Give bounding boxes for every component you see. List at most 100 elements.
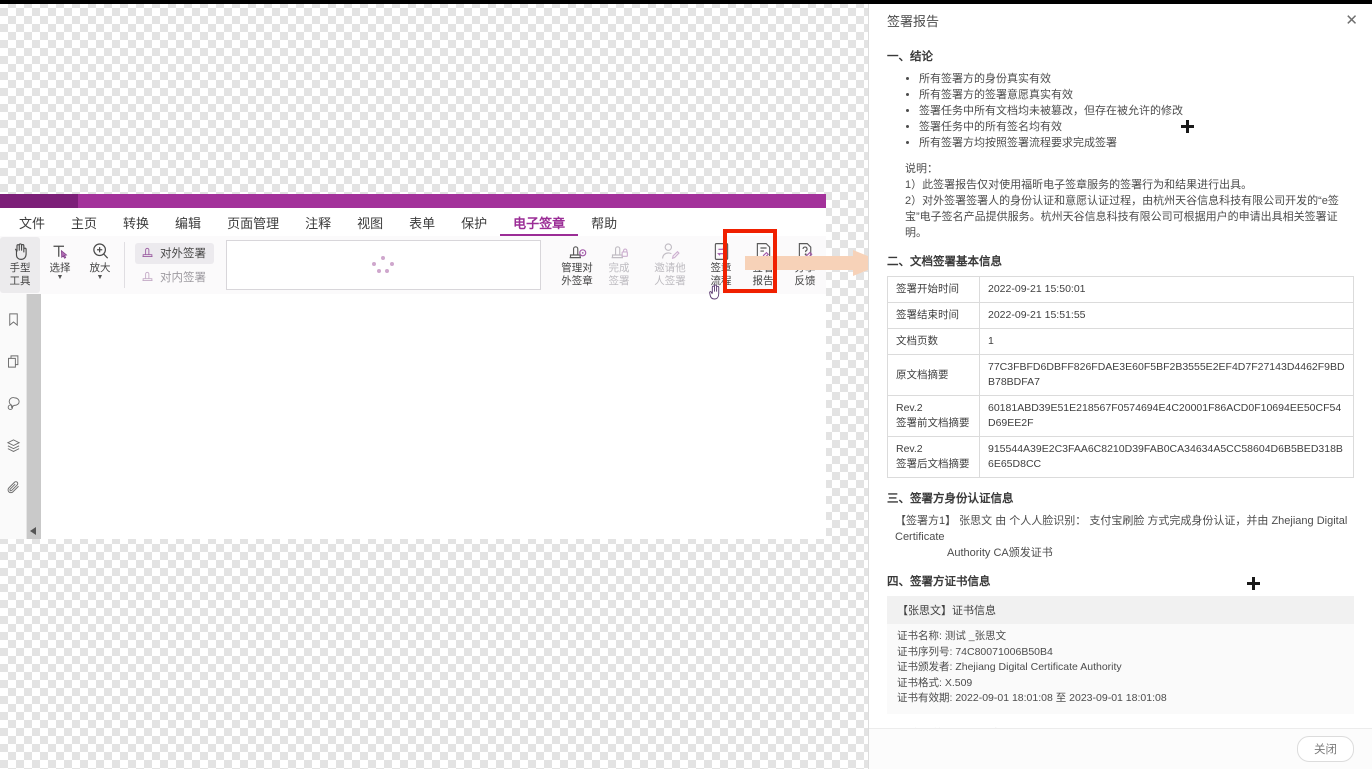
menu-item-file[interactable]: 文件 bbox=[6, 209, 58, 236]
menu-item-form[interactable]: 表单 bbox=[396, 209, 448, 236]
ribbon-accent-bar bbox=[0, 194, 826, 208]
identity-auth-line-2: Authority CA颁发证书 bbox=[947, 547, 1053, 559]
panel-body[interactable]: 一、结论 所有签署方的身份真实有效 所有签署方的签署意愿真实有效 签署任务中所有… bbox=[869, 40, 1372, 728]
table-cell-key: Rev.2 签署前文档摘要 bbox=[887, 395, 980, 437]
basic-info-table: 签署开始时间 2022-09-21 15:50:01 签署结束时间 2022-0… bbox=[887, 276, 1354, 478]
finish-sign-label-1: 完成 bbox=[608, 262, 630, 274]
select-text-icon bbox=[50, 240, 71, 262]
section-1-title: 一、结论 bbox=[887, 51, 933, 63]
menu-item-home[interactable]: 主页 bbox=[58, 209, 110, 236]
conclusion-list: 所有签署方的身份真实有效 所有签署方的签署意愿真实有效 签署任务中所有文档均未被… bbox=[907, 71, 1354, 151]
menu-item-protect[interactable]: 保护 bbox=[448, 209, 500, 236]
stamp-external-icon bbox=[140, 244, 155, 262]
sign-report-label-2: 报告 bbox=[752, 274, 774, 287]
menu-item-edit[interactable]: 编辑 bbox=[162, 209, 214, 236]
table-row: 文档页数 1 bbox=[887, 328, 1354, 355]
signature-field-preview[interactable] bbox=[225, 240, 541, 290]
list-item: 所有签署方的身份真实有效 bbox=[919, 71, 1354, 87]
sign-external-button[interactable]: 对外签署 bbox=[134, 242, 214, 264]
manage-stamp-icon bbox=[567, 240, 588, 262]
panel-footer: 关闭 bbox=[869, 728, 1372, 769]
list-item: 所有签署方的签署意愿真实有效 bbox=[919, 87, 1354, 103]
table-cell-value: 1 bbox=[979, 328, 1354, 355]
zoom-in-button[interactable]: 放大 ▼ bbox=[80, 237, 120, 293]
manage-external-stamp-button[interactable]: 管理对 外签章 bbox=[556, 237, 598, 293]
sign-flow-label-1: 签章 bbox=[710, 262, 732, 274]
sign-internal-label: 对内签署 bbox=[159, 272, 206, 284]
loading-dots-icon bbox=[372, 256, 395, 274]
zoom-in-label: 放大 bbox=[89, 262, 111, 274]
hand-tool-label-2: 工具 bbox=[9, 274, 31, 287]
sign-external-label: 对外签署 bbox=[159, 248, 206, 260]
select-tool-label: 选择 bbox=[49, 262, 71, 274]
mouse-cursor-hand bbox=[707, 283, 723, 308]
section-2-title: 二、文档签署基本信息 bbox=[887, 256, 1002, 268]
menu-item-view[interactable]: 视图 bbox=[344, 209, 396, 236]
ribbon-toolbar: 手型 工具 选择 ▼ 放大 ▼ 对外签署 对内签署 管理对 外签章 完成 签署 … bbox=[0, 236, 826, 295]
note-label: 说明： bbox=[905, 163, 938, 175]
certificate-format: 证书格式: X.509 bbox=[897, 676, 973, 689]
sign-internal-button[interactable]: 对内签署 bbox=[135, 267, 214, 288]
document-page[interactable] bbox=[41, 294, 826, 539]
layers-icon[interactable] bbox=[4, 436, 22, 454]
table-cell-key: 签署结束时间 bbox=[887, 302, 980, 329]
crosshair-cursor-top bbox=[1181, 120, 1194, 133]
table-row: Rev.2 签署前文档摘要 60181ABD39E51E218567F05746… bbox=[887, 395, 1354, 437]
bookmark-icon[interactable] bbox=[4, 310, 22, 328]
menu-item-page-manage[interactable]: 页面管理 bbox=[214, 209, 292, 236]
finish-sign-button[interactable]: 完成 签署 bbox=[598, 237, 640, 293]
sign-flow-icon bbox=[711, 240, 732, 262]
table-cell-value: 2022-09-21 15:50:01 bbox=[979, 276, 1354, 303]
menu-item-help[interactable]: 帮助 bbox=[578, 209, 630, 236]
top-black-strip bbox=[0, 0, 1372, 4]
toolbar-group-tools: 手型 工具 选择 ▼ 放大 ▼ bbox=[0, 236, 120, 294]
table-cell-key: Rev.2 签署后文档摘要 bbox=[887, 436, 980, 478]
hand-tool-button[interactable]: 手型 工具 bbox=[0, 237, 40, 293]
magnifier-plus-icon bbox=[90, 240, 111, 262]
panel-header: 签署报告 ✕ bbox=[869, 0, 1372, 40]
menu-item-convert[interactable]: 转换 bbox=[110, 209, 162, 236]
section-3-title: 三、签署方身份认证信息 bbox=[887, 493, 1014, 505]
invite-others-label-2: 人签署 bbox=[654, 274, 686, 287]
vertical-scrollbar[interactable] bbox=[27, 294, 41, 539]
chevron-down-icon[interactable]: ▼ bbox=[57, 274, 64, 281]
select-tool-button[interactable]: 选择 ▼ bbox=[40, 237, 80, 293]
menu-item-comment[interactable]: 注释 bbox=[292, 209, 344, 236]
crosshair-cursor-bottom bbox=[1247, 577, 1260, 590]
table-row: 原文档摘要 77C3FBFD6DBFF826FDAE3E60F5BF2B3555… bbox=[887, 354, 1354, 396]
chevron-down-icon[interactable]: ▼ bbox=[97, 274, 104, 281]
certificate-body: 证书名称: 测试 _张思文 证书序列号: 74C80071006B50B4 证书… bbox=[887, 624, 1354, 714]
table-cell-value: 2022-09-21 15:51:55 bbox=[979, 302, 1354, 329]
attachment-icon[interactable] bbox=[4, 478, 22, 496]
finish-sign-label-2: 签署 bbox=[608, 274, 630, 287]
sign-report-panel: 签署报告 ✕ 一、结论 所有签署方的身份真实有效 所有签署方的签署意愿真实有效 … bbox=[868, 0, 1372, 769]
section-4-title: 四、签署方证书信息 bbox=[887, 576, 991, 588]
table-cell-key: 原文档摘要 bbox=[887, 354, 980, 396]
comment-icon[interactable] bbox=[4, 394, 22, 412]
certificate-serial: 证书序列号: 74C80071006B50B4 bbox=[897, 645, 1053, 658]
table-cell-value: 77C3FBFD6DBFF826FDAE3E60F5BF2B3555E2EF4D… bbox=[979, 354, 1354, 396]
table-cell-value: 915544A39E2C3FAA6C8210D39FAB0CA34634A5CC… bbox=[979, 436, 1354, 478]
toolbar-divider bbox=[124, 242, 125, 288]
table-cell-key: 签署开始时间 bbox=[887, 276, 980, 303]
close-icon[interactable]: ✕ bbox=[1345, 13, 1358, 28]
document-area bbox=[0, 294, 826, 539]
application-root: 文件 主页 转换 编辑 页面管理 注释 视图 表单 保护 电子签章 帮助 手型 … bbox=[0, 0, 1372, 769]
panel-title: 签署报告 bbox=[887, 13, 940, 29]
certificate-header: 【张思文】证书信息 bbox=[887, 596, 1354, 624]
close-button[interactable]: 关闭 bbox=[1297, 736, 1354, 762]
finish-sign-icon bbox=[609, 240, 630, 262]
identity-auth-line-1: 【签署方1】 张思文 由 个人人脸识别： 支付宝刷脸 方式完成身份认证，并由 Z… bbox=[895, 515, 1348, 543]
invite-others-button[interactable]: 邀请他 人签署 bbox=[649, 237, 691, 293]
share-feedback-label-2: 反馈 bbox=[794, 274, 816, 287]
menu-item-esign[interactable]: 电子签章 bbox=[500, 209, 579, 236]
pdf-reader-window: 文件 主页 转换 编辑 页面管理 注释 视图 表单 保护 电子签章 帮助 手型 … bbox=[0, 194, 826, 539]
stamp-internal-icon bbox=[140, 268, 155, 286]
note-line-2: 2）对外签署签署人的身份认证和意愿认证过程，由杭州天谷信息科技有限公司开发的“e… bbox=[905, 195, 1339, 239]
list-item: 签署任务中的所有签名均有效 bbox=[919, 119, 1354, 135]
manage-external-label-2: 外签章 bbox=[561, 274, 593, 287]
scroll-left-arrow-icon[interactable] bbox=[30, 527, 36, 535]
pages-icon[interactable] bbox=[4, 352, 22, 370]
table-row: Rev.2 签署后文档摘要 915544A39E2C3FAA6C8210D39F… bbox=[887, 436, 1354, 478]
toolbar-group-sign-buttons: 对外签署 对内签署 bbox=[129, 236, 220, 294]
